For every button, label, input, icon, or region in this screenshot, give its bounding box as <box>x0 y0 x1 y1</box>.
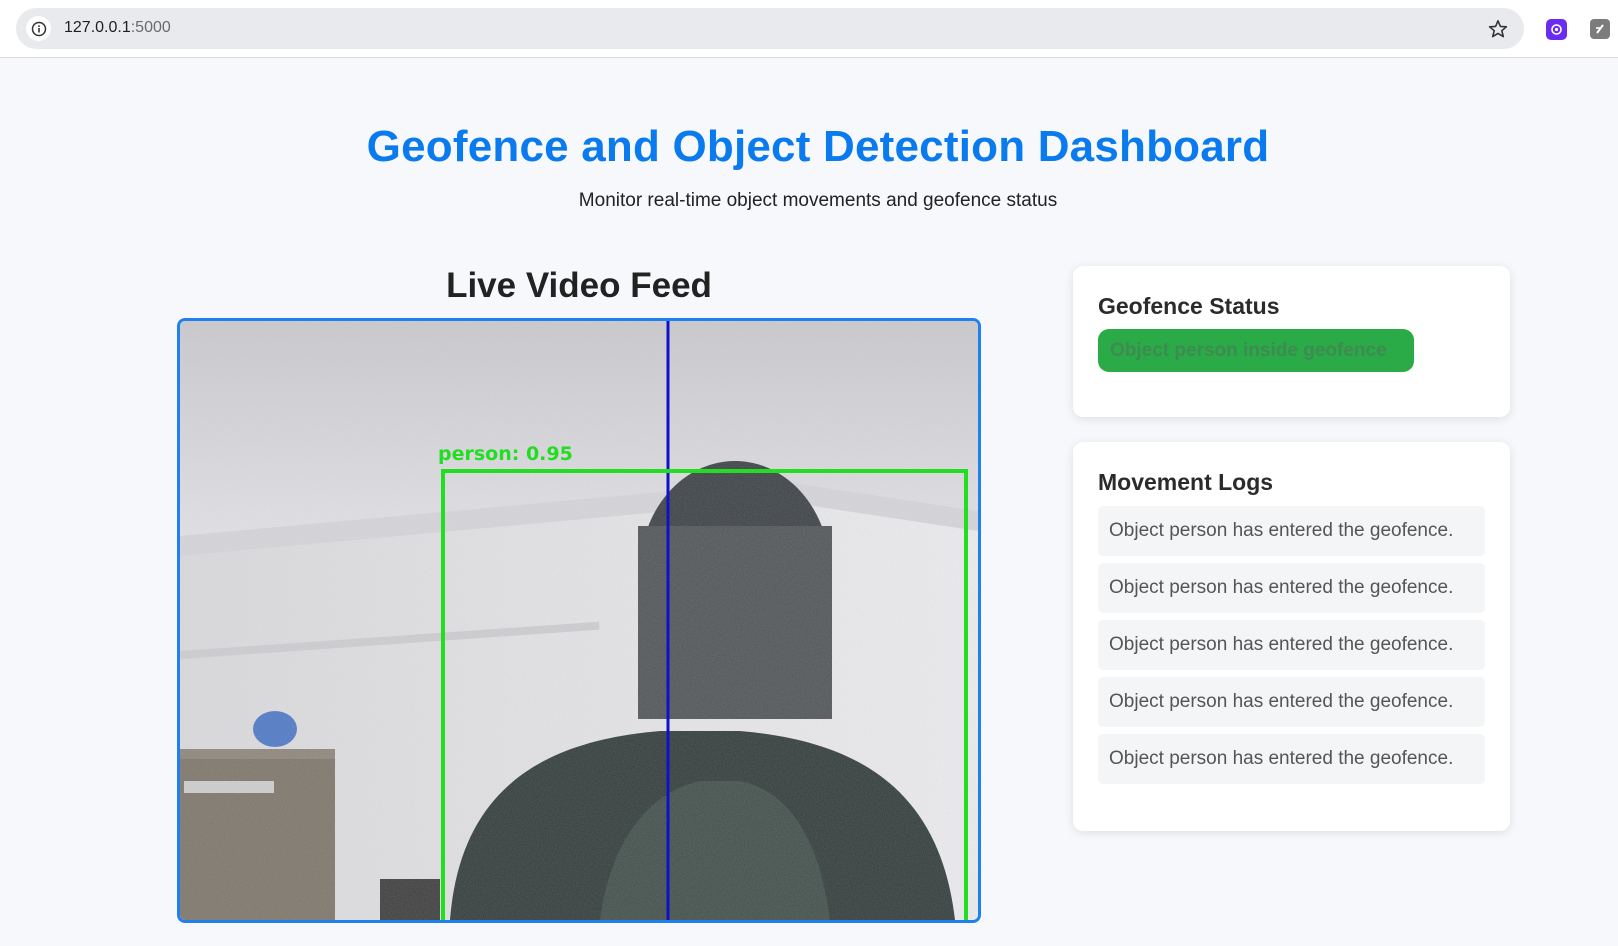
log-item: Object person has entered the geofence. <box>1098 620 1485 670</box>
page-title: Geofence and Object Detection Dashboard <box>366 122 1270 171</box>
detection-label: person: 0.95 <box>438 443 573 465</box>
log-item: Object person has entered the geofence. <box>1098 563 1485 613</box>
address-bar[interactable]: 127.0.0.1:5000 <box>16 8 1524 49</box>
extension-icon[interactable] <box>1546 19 1567 40</box>
log-item: Object person has entered the geofence. <box>1098 677 1485 727</box>
extension-icon[interactable] <box>1590 19 1610 39</box>
page-subtitle: Monitor real-time object movements and g… <box>578 190 1058 211</box>
live-video-feed: person: 0.95 <box>177 318 981 923</box>
video-frame-image <box>180 321 978 920</box>
status-badge: Object person inside geofence <box>1098 329 1414 372</box>
url-host: 127.0.0.1 <box>64 19 131 36</box>
geofence-status-title: Geofence Status <box>1098 293 1280 319</box>
url-port: :5000 <box>130 19 171 36</box>
movement-log-list: Object person has entered the geofence. … <box>1098 506 1485 791</box>
info-icon[interactable] <box>26 16 51 41</box>
log-item: Object person has entered the geofence. <box>1098 506 1485 556</box>
browser-toolbar: 127.0.0.1:5000 <box>0 0 1618 58</box>
movement-logs-title: Movement Logs <box>1098 469 1274 495</box>
url-text[interactable]: 127.0.0.1:5000 <box>64 19 171 37</box>
geofence-status-card: Geofence Status Object person inside geo… <box>1073 266 1510 417</box>
movement-logs-card: Movement Logs Object person has entered … <box>1073 442 1510 831</box>
video-feed-title: Live Video Feed <box>446 266 712 305</box>
log-item: Object person has entered the geofence. <box>1098 734 1485 784</box>
bookmark-star-icon[interactable] <box>1486 17 1510 41</box>
